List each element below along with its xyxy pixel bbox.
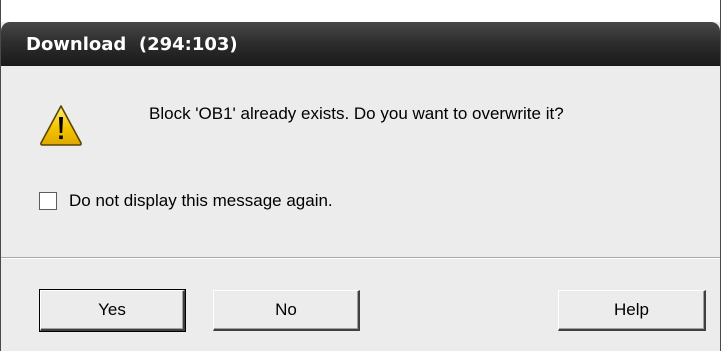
download-dialog: Download (294:103) Block 'OB1' already e… bbox=[0, 0, 721, 351]
window-title: Download (294:103) bbox=[26, 34, 238, 55]
title-bar[interactable]: Download (294:103) bbox=[1, 22, 720, 66]
warning-icon bbox=[40, 105, 82, 146]
no-button[interactable]: No bbox=[213, 290, 360, 331]
dont-show-again-checkbox[interactable] bbox=[39, 192, 57, 210]
help-button[interactable]: Help bbox=[558, 290, 706, 331]
separator bbox=[1, 257, 720, 259]
dont-show-again-label[interactable]: Do not display this message again. bbox=[69, 191, 333, 211]
dialog-body: Block 'OB1' already exists. Do you want … bbox=[1, 66, 720, 351]
dialog-message: Block 'OB1' already exists. Do you want … bbox=[149, 104, 564, 123]
dont-show-again-option[interactable]: Do not display this message again. bbox=[39, 190, 333, 212]
background-strip bbox=[1, 0, 720, 22]
yes-button[interactable]: Yes bbox=[39, 289, 186, 332]
